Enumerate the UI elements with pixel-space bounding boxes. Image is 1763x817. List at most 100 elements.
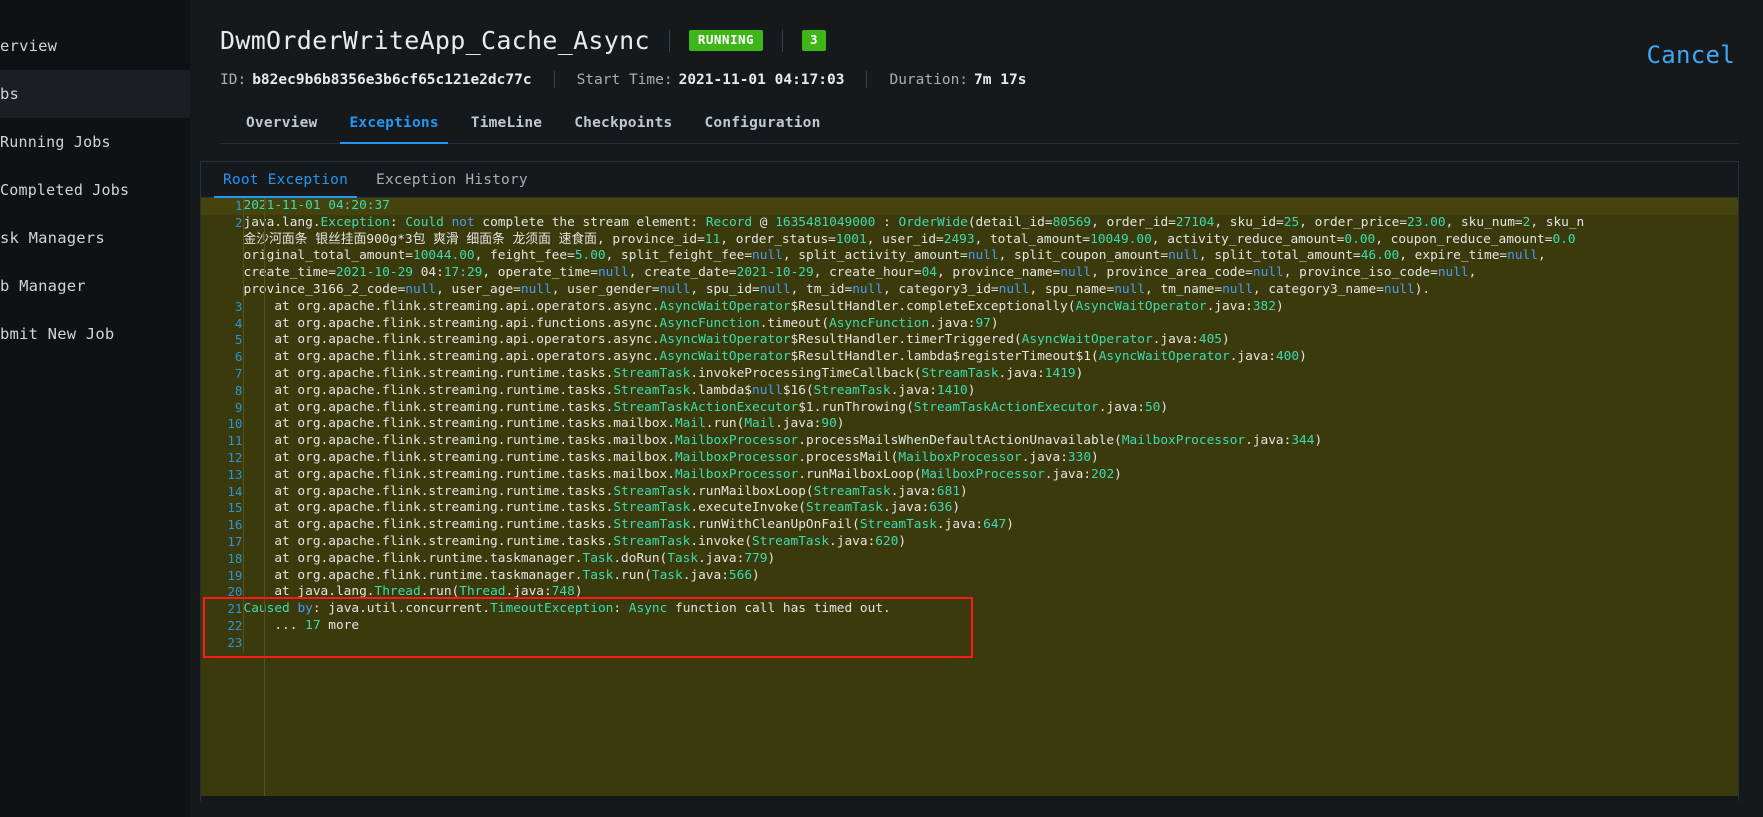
line-content: at org.apache.flink.streaming.api.operat… (243, 298, 1284, 314)
stacktrace-line: create_time=2021-10-29 04:17:29, operate… (201, 265, 1738, 282)
cancel-job-button[interactable]: Cancel (1647, 41, 1736, 69)
line-number: 17 (201, 533, 244, 551)
tab-configuration[interactable]: Configuration (688, 106, 836, 143)
line-number: 6 (201, 349, 244, 366)
stacktrace-line: 21 Caused by: java.util.concurrent.Timeou… (201, 601, 1738, 618)
exception-stacktrace[interactable]: 1 2021-11-01 04:20:37 2 java.lang.Exception… (201, 198, 1738, 796)
line-number (201, 265, 244, 282)
divider (866, 71, 868, 88)
line-content: at org.apache.flink.streaming.runtime.ta… (243, 483, 968, 499)
line-number: 18 (201, 550, 244, 568)
subtab-exception-history[interactable]: Exception History (362, 162, 542, 197)
line-number (201, 248, 244, 266)
stacktrace-line: 1 2021-11-01 04:20:37 (201, 198, 1738, 215)
line-number: 2 (201, 214, 244, 232)
line-number: 21 (201, 601, 244, 618)
stacktrace-line: 16 at org.apache.flink.streaming.runtime… (201, 517, 1738, 534)
flink-dashboard: erview bs Running Jobs Completed Jobs sk… (0, 0, 1763, 817)
sidebar-item-running-jobs[interactable]: Running Jobs (0, 118, 190, 166)
line-number: 19 (201, 567, 244, 585)
start-time-label: Start Time: (576, 71, 673, 88)
line-number: 3 (201, 298, 244, 316)
stacktrace-line: 7 at org.apache.flink.streaming.runtime.… (201, 365, 1738, 383)
line-content: at org.apache.flink.streaming.runtime.ta… (243, 416, 845, 432)
stacktrace-line: 22 ... 17 more (201, 617, 1738, 635)
main-content: Cancel DwmOrderWriteApp_Cache_Async RUNN… (190, 0, 1763, 817)
divider (553, 71, 555, 88)
line-content: province_3166_2_code=null, user_age=null… (243, 281, 1431, 297)
stacktrace-line: 2 java.lang.Exception: Could not complete… (201, 214, 1738, 232)
line-content: create_time=2021-10-29 04:17:29, operate… (243, 265, 1477, 281)
sidebar-item-jobs[interactable]: bs (0, 70, 190, 118)
line-number (201, 281, 244, 299)
tab-timeline[interactable]: TimeLine (455, 106, 558, 143)
line-number: 8 (201, 382, 244, 400)
line-number: 16 (201, 517, 244, 534)
tab-checkpoints[interactable]: Checkpoints (558, 106, 688, 143)
line-number: 23 (201, 634, 244, 652)
line-content: original_total_amount=10044.00, feight_f… (243, 248, 1546, 264)
sidebar-item-submit-new-job[interactable]: bmit New Job (0, 310, 190, 358)
sidebar-item-job-manager[interactable]: b Manager (0, 262, 190, 310)
line-content: at org.apache.flink.streaming.runtime.ta… (243, 517, 1014, 533)
stacktrace-line: 18 at org.apache.flink.runtime.taskmanag… (201, 550, 1738, 568)
stacktrace-line: 6 at org.apache.flink.streaming.api.oper… (201, 349, 1738, 366)
sidebar-item-completed-jobs[interactable]: Completed Jobs (0, 166, 190, 214)
stacktrace-line: province_3166_2_code=null, user_age=null… (201, 281, 1738, 299)
stacktrace-line: 23 (201, 634, 1738, 652)
line-content: at org.apache.flink.streaming.api.operat… (243, 349, 1307, 365)
sidebar-item-label: Completed Jobs (0, 181, 130, 199)
line-content (243, 635, 1738, 652)
stacktrace-line: 4 at org.apache.flink.streaming.api.func… (201, 315, 1738, 333)
stacktrace-line: original_total_amount=10044.00, feight_f… (201, 248, 1738, 266)
divider (668, 29, 670, 52)
line-content: ... 17 more (243, 617, 360, 633)
stacktrace-line: 金沙河面条 银丝挂面900g*3包 爽滑 细面条 龙须面 速食面, provin… (201, 231, 1738, 249)
stacktrace-line: 19 at org.apache.flink.runtime.taskmanag… (201, 567, 1738, 585)
gutter-divider (264, 198, 265, 796)
stacktrace-line: 10 at org.apache.flink.streaming.runtime… (201, 416, 1738, 434)
stacktrace-line: 20 at java.lang.Thread.run(Thread.java:7… (201, 584, 1738, 602)
line-number: 4 (201, 315, 244, 333)
line-content: at org.apache.flink.streaming.runtime.ta… (243, 500, 961, 516)
sidebar-item-label: b Manager (0, 277, 86, 295)
job-id-label: ID: (220, 71, 247, 88)
job-tabs: Overview Exceptions TimeLine Checkpoints… (220, 106, 1739, 144)
line-content: at org.apache.flink.streaming.runtime.ta… (243, 382, 976, 398)
line-number: 12 (201, 449, 244, 467)
stacktrace-line: 8 at org.apache.flink.streaming.runtime.… (201, 382, 1738, 400)
line-content: at org.apache.flink.streaming.runtime.ta… (243, 533, 907, 549)
sidebar-item-label: Running Jobs (0, 133, 111, 151)
line-number: 9 (201, 399, 244, 417)
line-content: 金沙河面条 银丝挂面900g*3包 爽滑 细面条 龙须面 速食面, provin… (243, 231, 1576, 247)
line-number: 15 (201, 500, 244, 518)
sidebar-item-overview[interactable]: erview (0, 22, 190, 70)
line-content: at org.apache.flink.streaming.runtime.ta… (243, 449, 1099, 465)
line-content: at org.apache.flink.streaming.runtime.ta… (243, 399, 1169, 415)
stacktrace-line: 12 at org.apache.flink.streaming.runtime… (201, 449, 1738, 467)
sidebar-item-label: sk Managers (0, 229, 105, 247)
line-number: 1 (201, 198, 244, 215)
line-content: java.lang.Exception: Could not complete … (243, 214, 1585, 230)
stacktrace-line: 13 at org.apache.flink.streaming.runtime… (201, 466, 1738, 484)
page-title: DwmOrderWriteApp_Cache_Async (220, 26, 650, 55)
subtab-root-exception[interactable]: Root Exception (209, 162, 362, 198)
line-number: 5 (201, 332, 244, 350)
stacktrace-line: 11 at org.apache.flink.streaming.runtime… (201, 433, 1738, 450)
line-content: at java.lang.Thread.run(Thread.java:748) (243, 584, 583, 600)
tab-exceptions[interactable]: Exceptions (333, 106, 454, 144)
duration-label: Duration: (889, 71, 969, 88)
sidebar: erview bs Running Jobs Completed Jobs sk… (0, 0, 190, 817)
line-number: 11 (201, 433, 244, 450)
line-number: 20 (201, 584, 244, 602)
stacktrace-line: 9 at org.apache.flink.streaming.runtime.… (201, 399, 1738, 417)
line-content: at org.apache.flink.streaming.api.functi… (243, 315, 999, 331)
exception-panel: Root Exception Exception History 1 2021-1… (200, 161, 1739, 801)
exception-subtabs: Root Exception Exception History (201, 162, 1738, 198)
line-content: at org.apache.flink.streaming.runtime.ta… (243, 466, 1122, 482)
parallelism-badge: 3 (802, 30, 827, 51)
sidebar-item-label: erview (0, 37, 58, 55)
job-title-row: DwmOrderWriteApp_Cache_Async RUNNING 3 (220, 16, 1739, 55)
tab-overview[interactable]: Overview (230, 106, 333, 143)
sidebar-item-task-managers[interactable]: sk Managers (0, 214, 190, 262)
